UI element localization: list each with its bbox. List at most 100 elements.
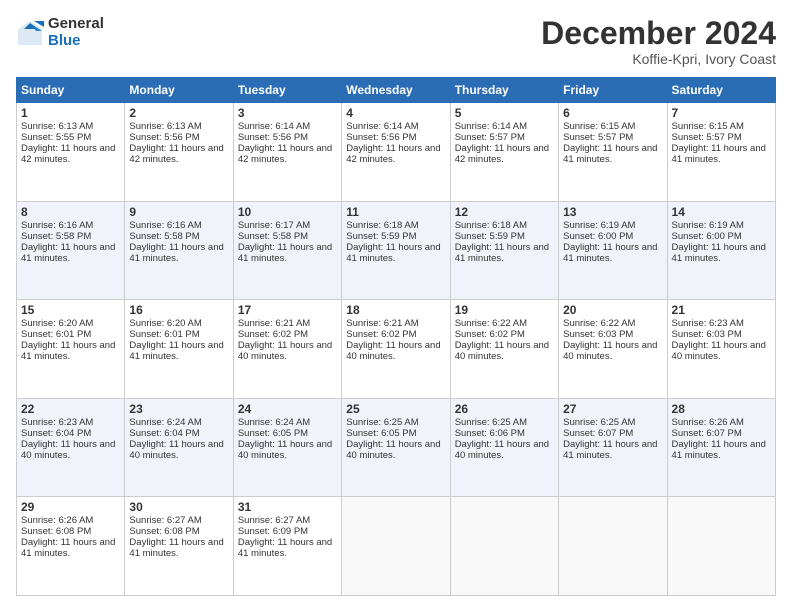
sunset-label: Sunset: 5:58 PM	[238, 231, 308, 242]
table-row: 3 Sunrise: 6:14 AM Sunset: 5:56 PM Dayli…	[233, 103, 341, 202]
sunset-label: Sunset: 6:04 PM	[129, 428, 199, 439]
table-row: 2 Sunrise: 6:13 AM Sunset: 5:56 PM Dayli…	[125, 103, 233, 202]
sunset-label: Sunset: 5:56 PM	[238, 132, 308, 143]
day-number: 24	[238, 402, 337, 416]
day-number: 14	[672, 205, 771, 219]
sunrise-label: Sunrise: 6:27 AM	[238, 515, 310, 526]
day-number: 12	[455, 205, 554, 219]
sunrise-label: Sunrise: 6:22 AM	[563, 318, 635, 329]
sunrise-label: Sunrise: 6:24 AM	[238, 417, 310, 428]
col-friday: Friday	[559, 78, 667, 103]
table-row: 16 Sunrise: 6:20 AM Sunset: 6:01 PM Dayl…	[125, 300, 233, 399]
daylight-label: Daylight: 11 hours and 40 minutes.	[455, 439, 549, 461]
sunset-label: Sunset: 5:57 PM	[563, 132, 633, 143]
table-row: 7 Sunrise: 6:15 AM Sunset: 5:57 PM Dayli…	[667, 103, 775, 202]
sunset-label: Sunset: 6:02 PM	[346, 329, 416, 340]
sunrise-label: Sunrise: 6:16 AM	[129, 220, 201, 231]
day-number: 6	[563, 106, 662, 120]
sunset-label: Sunset: 6:08 PM	[21, 526, 91, 537]
sunrise-label: Sunrise: 6:27 AM	[129, 515, 201, 526]
table-row: 25 Sunrise: 6:25 AM Sunset: 6:05 PM Dayl…	[342, 398, 450, 497]
sunrise-label: Sunrise: 6:19 AM	[672, 220, 744, 231]
table-row: 6 Sunrise: 6:15 AM Sunset: 5:57 PM Dayli…	[559, 103, 667, 202]
day-number: 20	[563, 303, 662, 317]
col-tuesday: Tuesday	[233, 78, 341, 103]
sunrise-label: Sunrise: 6:23 AM	[672, 318, 744, 329]
sunset-label: Sunset: 5:59 PM	[455, 231, 525, 242]
sunset-label: Sunset: 6:03 PM	[672, 329, 742, 340]
daylight-label: Daylight: 11 hours and 41 minutes.	[129, 242, 223, 264]
table-row	[450, 497, 558, 596]
table-row: 8 Sunrise: 6:16 AM Sunset: 5:58 PM Dayli…	[17, 201, 125, 300]
table-row: 11 Sunrise: 6:18 AM Sunset: 5:59 PM Dayl…	[342, 201, 450, 300]
day-number: 13	[563, 205, 662, 219]
daylight-label: Daylight: 11 hours and 41 minutes.	[672, 439, 766, 461]
logo: General Blue	[16, 16, 104, 49]
calendar-subtitle: Koffie-Kpri, Ivory Coast	[541, 51, 776, 67]
daylight-label: Daylight: 11 hours and 42 minutes.	[346, 143, 440, 165]
daylight-label: Daylight: 11 hours and 40 minutes.	[238, 340, 332, 362]
daylight-label: Daylight: 11 hours and 41 minutes.	[672, 242, 766, 264]
sunrise-label: Sunrise: 6:23 AM	[21, 417, 93, 428]
logo-blue: Blue	[48, 33, 104, 50]
daylight-label: Daylight: 11 hours and 42 minutes.	[21, 143, 115, 165]
daylight-label: Daylight: 11 hours and 41 minutes.	[238, 537, 332, 559]
sunrise-label: Sunrise: 6:17 AM	[238, 220, 310, 231]
day-number: 4	[346, 106, 445, 120]
sunrise-label: Sunrise: 6:25 AM	[455, 417, 527, 428]
sunrise-label: Sunrise: 6:18 AM	[346, 220, 418, 231]
sunset-label: Sunset: 5:57 PM	[455, 132, 525, 143]
sunrise-label: Sunrise: 6:20 AM	[129, 318, 201, 329]
day-number: 10	[238, 205, 337, 219]
sunrise-label: Sunrise: 6:13 AM	[21, 121, 93, 132]
day-number: 3	[238, 106, 337, 120]
table-row	[667, 497, 775, 596]
day-number: 7	[672, 106, 771, 120]
day-number: 29	[21, 500, 120, 514]
sunset-label: Sunset: 6:07 PM	[563, 428, 633, 439]
header: General Blue December 2024 Koffie-Kpri, …	[16, 16, 776, 67]
col-monday: Monday	[125, 78, 233, 103]
sunrise-label: Sunrise: 6:25 AM	[563, 417, 635, 428]
sunrise-label: Sunrise: 6:15 AM	[672, 121, 744, 132]
daylight-label: Daylight: 11 hours and 40 minutes.	[346, 340, 440, 362]
table-row	[342, 497, 450, 596]
sunset-label: Sunset: 5:58 PM	[129, 231, 199, 242]
calendar-week-row: 15 Sunrise: 6:20 AM Sunset: 6:01 PM Dayl…	[17, 300, 776, 399]
daylight-label: Daylight: 11 hours and 41 minutes.	[563, 439, 657, 461]
sunrise-label: Sunrise: 6:24 AM	[129, 417, 201, 428]
day-number: 22	[21, 402, 120, 416]
day-number: 16	[129, 303, 228, 317]
day-number: 25	[346, 402, 445, 416]
daylight-label: Daylight: 11 hours and 40 minutes.	[672, 340, 766, 362]
day-number: 19	[455, 303, 554, 317]
sunset-label: Sunset: 5:58 PM	[21, 231, 91, 242]
sunrise-label: Sunrise: 6:21 AM	[346, 318, 418, 329]
sunset-label: Sunset: 6:07 PM	[672, 428, 742, 439]
calendar-week-row: 8 Sunrise: 6:16 AM Sunset: 5:58 PM Dayli…	[17, 201, 776, 300]
page: General Blue December 2024 Koffie-Kpri, …	[0, 0, 792, 612]
daylight-label: Daylight: 11 hours and 42 minutes.	[238, 143, 332, 165]
sunrise-label: Sunrise: 6:18 AM	[455, 220, 527, 231]
daylight-label: Daylight: 11 hours and 42 minutes.	[455, 143, 549, 165]
table-row: 10 Sunrise: 6:17 AM Sunset: 5:58 PM Dayl…	[233, 201, 341, 300]
sunset-label: Sunset: 6:03 PM	[563, 329, 633, 340]
day-number: 15	[21, 303, 120, 317]
daylight-label: Daylight: 11 hours and 41 minutes.	[129, 537, 223, 559]
sunset-label: Sunset: 5:59 PM	[346, 231, 416, 242]
logo-text: General Blue	[48, 16, 104, 49]
daylight-label: Daylight: 11 hours and 41 minutes.	[563, 143, 657, 165]
sunrise-label: Sunrise: 6:26 AM	[672, 417, 744, 428]
calendar-table: Sunday Monday Tuesday Wednesday Thursday…	[16, 77, 776, 596]
table-row: 21 Sunrise: 6:23 AM Sunset: 6:03 PM Dayl…	[667, 300, 775, 399]
daylight-label: Daylight: 11 hours and 40 minutes.	[346, 439, 440, 461]
day-number: 8	[21, 205, 120, 219]
logo-icon	[16, 19, 44, 47]
table-row: 22 Sunrise: 6:23 AM Sunset: 6:04 PM Dayl…	[17, 398, 125, 497]
day-number: 11	[346, 205, 445, 219]
table-row: 26 Sunrise: 6:25 AM Sunset: 6:06 PM Dayl…	[450, 398, 558, 497]
title-block: December 2024 Koffie-Kpri, Ivory Coast	[541, 16, 776, 67]
day-number: 17	[238, 303, 337, 317]
table-row: 12 Sunrise: 6:18 AM Sunset: 5:59 PM Dayl…	[450, 201, 558, 300]
daylight-label: Daylight: 11 hours and 41 minutes.	[346, 242, 440, 264]
